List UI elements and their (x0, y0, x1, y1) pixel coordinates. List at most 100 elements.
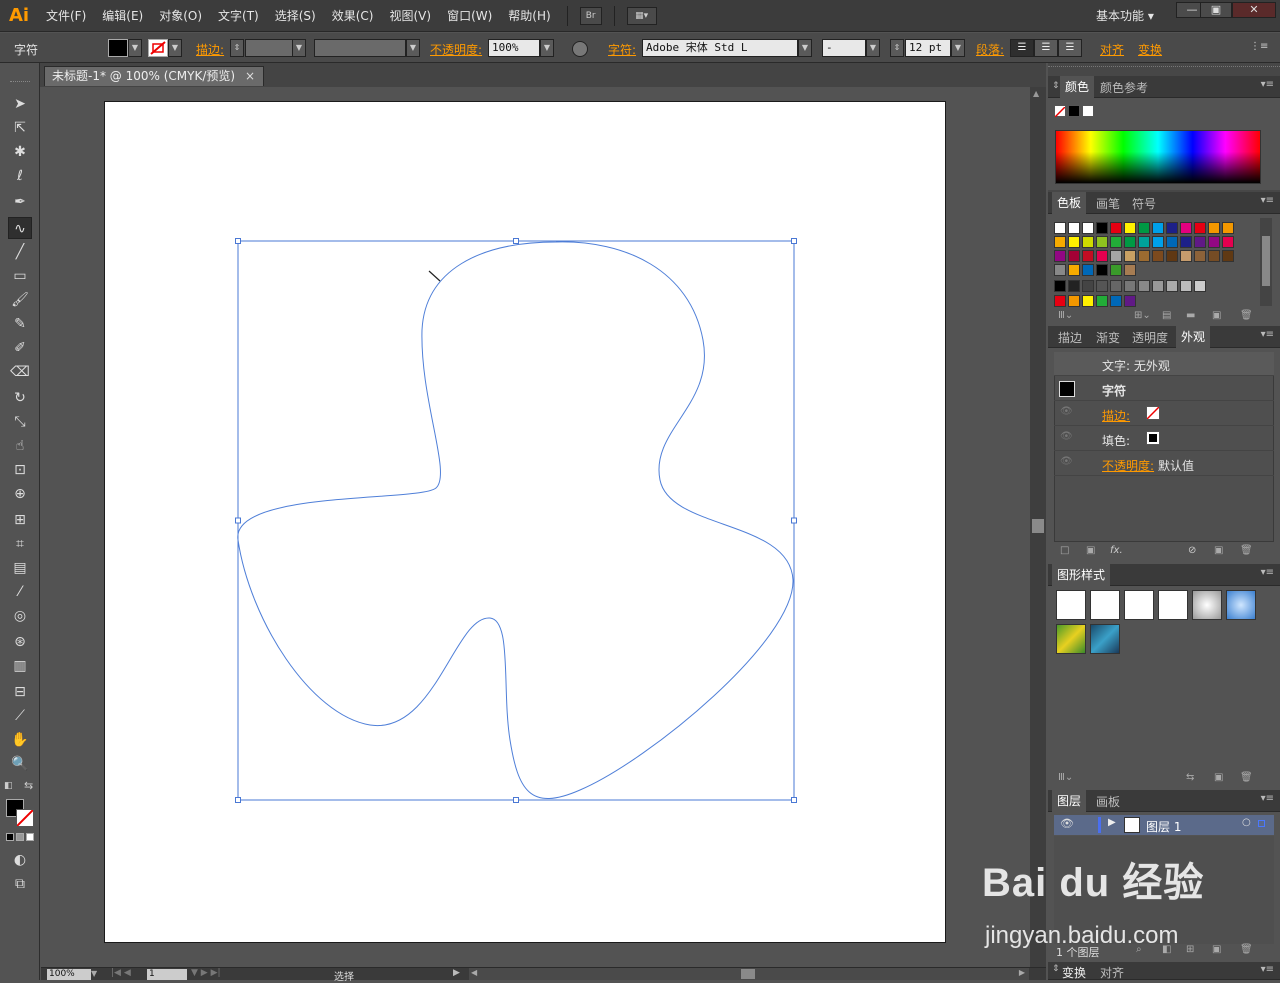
close-button[interactable]: ✕ (1232, 2, 1276, 18)
status-menu-icon[interactable]: ▶ (453, 968, 460, 978)
color-swatch[interactable] (1180, 250, 1192, 262)
graphic-style-default[interactable] (1056, 590, 1086, 620)
graphic-style-offset[interactable] (1158, 590, 1188, 620)
color-swatch[interactable] (1124, 236, 1136, 248)
graphic-styles-menu-icon[interactable]: ▾≡ (1261, 567, 1274, 578)
horizontal-scroll-thumb[interactable] (741, 969, 755, 979)
add-effect-icon[interactable]: fx. (1110, 545, 1123, 556)
swatches-panel-menu-icon[interactable]: ▾≡ (1261, 195, 1274, 206)
visibility-eye-icon[interactable]: 👁 (1060, 431, 1073, 442)
handle-bottom-right[interactable] (791, 797, 797, 803)
swatch-libraries-icon[interactable]: Ⅲ⌄ (1058, 310, 1073, 321)
handle-bottom-center[interactable] (513, 797, 519, 803)
restore-button[interactable]: ▣ (1200, 2, 1232, 18)
color-swatch[interactable] (1222, 222, 1234, 234)
current-tool-status[interactable]: 选择 (334, 968, 354, 983)
color-swatch[interactable] (1068, 236, 1080, 248)
handle-top-right[interactable] (791, 238, 797, 244)
scroll-right-icon[interactable]: ▶ (1019, 968, 1025, 977)
panel-collapse-icon[interactable]: ⇕ (1052, 964, 1060, 974)
color-swatch[interactable] (1068, 250, 1080, 262)
new-swatch-icon[interactable]: ▣ (1212, 310, 1221, 321)
delete-swatch-icon[interactable]: 🗑 (1240, 310, 1253, 321)
selection-indicator-icon[interactable] (1258, 820, 1265, 827)
add-stroke-icon[interactable]: □ (1060, 545, 1069, 556)
graphic-style-blue-texture[interactable] (1090, 624, 1120, 654)
bottom-panel-menu-icon[interactable]: ▾≡ (1261, 964, 1274, 975)
color-swatch[interactable] (1054, 250, 1066, 262)
graphic-style-green-texture[interactable] (1056, 624, 1086, 654)
scroll-up-icon[interactable]: ▲ (1033, 89, 1039, 98)
color-swatch[interactable] (1082, 264, 1094, 276)
appearance-fill-row[interactable]: 👁 填色: (1054, 427, 1274, 451)
color-swatch[interactable] (1166, 236, 1178, 248)
zoom-dropdown-icon[interactable]: ▼ (91, 969, 97, 978)
color-swatch[interactable] (1166, 222, 1178, 234)
color-swatch[interactable] (1110, 295, 1122, 307)
color-swatch[interactable] (1138, 236, 1150, 248)
new-graphic-style-icon[interactable]: ▣ (1214, 772, 1223, 783)
handle-top-center[interactable] (513, 238, 519, 244)
expand-layer-icon[interactable]: ▶ (1108, 817, 1116, 828)
color-swatch[interactable] (1054, 222, 1066, 234)
tab-artboards[interactable]: 画板 (1096, 793, 1120, 810)
color-swatch[interactable] (1194, 250, 1206, 262)
color-swatch[interactable] (1082, 236, 1094, 248)
color-swatch[interactable] (1194, 236, 1206, 248)
color-swatch[interactable] (1166, 280, 1178, 292)
new-color-group-icon[interactable]: ▬ (1186, 310, 1195, 321)
color-swatch[interactable] (1124, 264, 1136, 276)
tab-transform[interactable]: 变换 (1062, 964, 1086, 981)
tab-swatches[interactable]: 色板 (1052, 192, 1087, 214)
white-swatch[interactable] (1082, 105, 1094, 117)
color-swatch[interactable] (1124, 250, 1136, 262)
color-swatch[interactable] (1054, 236, 1066, 248)
color-swatch[interactable] (1152, 236, 1164, 248)
color-swatch[interactable] (1054, 264, 1066, 276)
color-swatch[interactable] (1180, 222, 1192, 234)
color-swatch[interactable] (1068, 280, 1080, 292)
color-swatch[interactable] (1138, 222, 1150, 234)
color-swatch[interactable] (1152, 222, 1164, 234)
tab-align[interactable]: 对齐 (1100, 964, 1124, 981)
color-swatch[interactable] (1068, 295, 1080, 307)
graphic-style-libraries-icon[interactable]: Ⅲ⌄ (1058, 772, 1073, 783)
clear-appearance-icon[interactable]: ⊘ (1188, 545, 1196, 556)
color-swatch[interactable] (1068, 222, 1080, 234)
target-icon[interactable]: ○ (1242, 817, 1251, 828)
tab-brushes[interactable]: 画笔 (1096, 195, 1120, 212)
color-swatch[interactable] (1082, 280, 1094, 292)
layers-panel-menu-icon[interactable]: ▾≡ (1261, 793, 1274, 804)
color-swatch[interactable] (1110, 264, 1122, 276)
fill-swatch-small[interactable] (1146, 431, 1160, 445)
color-swatch[interactable] (1124, 280, 1136, 292)
swatches-scrollbar[interactable] (1260, 218, 1272, 306)
show-swatch-kinds-icon[interactable]: ⊞⌄ (1134, 310, 1151, 321)
none-swatch-icon[interactable] (1054, 105, 1066, 118)
layer-visibility-icon[interactable]: 👁 (1060, 817, 1074, 830)
color-swatch[interactable] (1124, 295, 1136, 307)
color-swatch[interactable] (1208, 250, 1220, 262)
align-link[interactable]: 对齐 (1100, 41, 1124, 58)
vertical-scrollbar[interactable]: ▲ (1030, 87, 1046, 967)
delete-item-icon[interactable]: 🗑 (1240, 545, 1253, 556)
layer-name[interactable]: 图层 1 (1146, 818, 1181, 835)
next-artboard-icon[interactable]: ▼ ▶ ▶| (191, 968, 221, 978)
swatches-scroll-thumb[interactable] (1262, 236, 1270, 286)
delete-layer-icon[interactable]: 🗑 (1240, 944, 1253, 955)
color-swatch[interactable] (1138, 280, 1150, 292)
color-swatch[interactable] (1096, 264, 1108, 276)
color-swatch[interactable] (1152, 280, 1164, 292)
opacity-row-label[interactable]: 不透明度: (1102, 457, 1154, 474)
zoom-field[interactable]: 100% (47, 969, 91, 980)
layer-row[interactable]: 👁 ▶ 图层 1 ○ (1054, 815, 1274, 835)
color-swatch[interactable] (1110, 236, 1122, 248)
workspace-switcher[interactable]: 基本功能 ▾ (1096, 7, 1154, 24)
appearance-stroke-row[interactable]: 👁 描边: (1054, 402, 1274, 426)
control-bar-menu-icon[interactable]: ⋮≡ (1250, 41, 1268, 52)
color-swatch[interactable] (1082, 295, 1094, 307)
appearance-character-row[interactable]: 字符 (1054, 377, 1274, 401)
color-swatch[interactable] (1110, 250, 1122, 262)
color-swatch[interactable] (1096, 236, 1108, 248)
color-swatch[interactable] (1166, 250, 1178, 262)
